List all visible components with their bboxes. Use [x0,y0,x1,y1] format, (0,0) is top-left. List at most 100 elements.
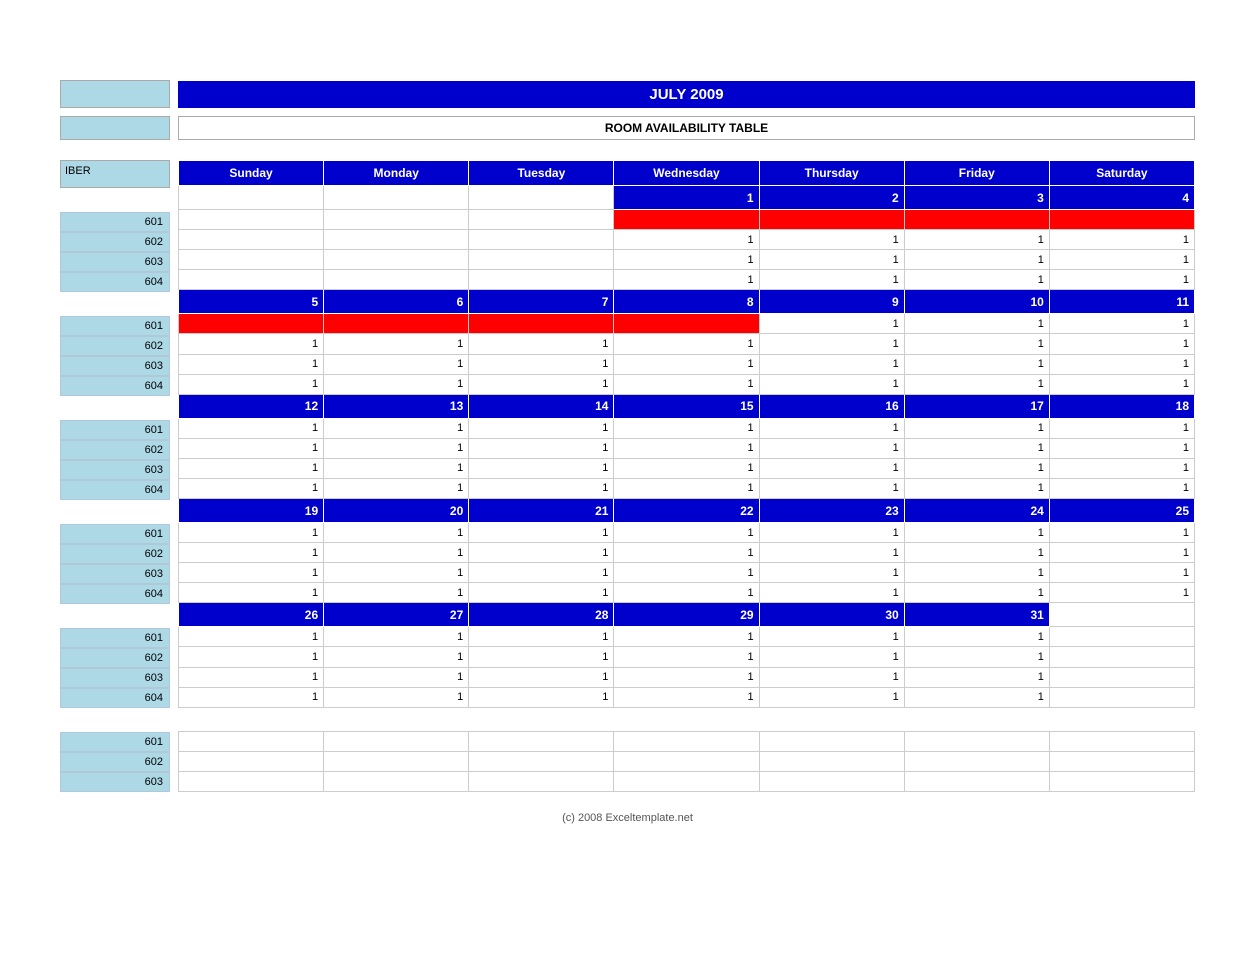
room-cell-2-604-0: 1 [179,478,324,498]
room-cell-0-601-2 [469,210,614,230]
room-cell-3-603-1: 1 [324,563,469,583]
extra-date-cell-0 [179,707,324,731]
extra-room-cell-601-5 [904,731,1049,751]
room-cell-1-602-2: 1 [469,334,614,354]
header-side-box [60,80,170,108]
date-cell-1-6: 11 [1049,290,1194,314]
room-row-0-603: 1111 [179,250,1195,270]
room-cell-0-603-3: 1 [614,250,759,270]
room-cell-3-602-3: 1 [614,543,759,563]
room-cell-3-603-6: 1 [1049,563,1194,583]
room-row-3-604: 1111111 [179,583,1195,603]
room-cell-2-602-0: 1 [179,438,324,458]
room-cell-0-603-0 [179,250,324,270]
room-cell-4-604-6 [1049,687,1194,707]
room-cell-1-601-1 [324,314,469,334]
date-row-week-0: 1234 [179,186,1195,210]
room-cell-1-604-5: 1 [904,374,1049,394]
date-cell-0-0 [179,186,324,210]
day-header-wednesday: Wednesday [614,161,759,186]
room-cell-2-603-2: 1 [469,458,614,478]
room-cell-4-601-1: 1 [324,627,469,647]
room-cell-0-601-6 [1049,210,1194,230]
date-cell-3-3: 22 [614,498,759,522]
room-cell-3-601-2: 1 [469,523,614,543]
date-cell-0-5: 3 [904,186,1049,210]
room-cell-4-604-4: 1 [759,687,904,707]
date-cell-3-4: 23 [759,498,904,522]
extra-room-cell-602-0 [179,751,324,771]
top-section: JULY 2009 ROOM AVAILABILITY TABLE [60,80,1195,150]
extra-date-row [179,707,1195,731]
sidebar-room-3-604: 604 [60,584,170,604]
room-cell-3-602-4: 1 [759,543,904,563]
room-cell-1-601-2 [469,314,614,334]
date-cell-1-4: 9 [759,290,904,314]
room-cell-2-604-6: 1 [1049,478,1194,498]
date-row-week-4: 262728293031 [179,603,1195,627]
room-cell-4-604-5: 1 [904,687,1049,707]
room-cell-3-604-5: 1 [904,583,1049,603]
room-row-2-601: 1111111 [179,418,1195,438]
room-cell-1-604-1: 1 [324,374,469,394]
date-cell-2-6: 18 [1049,394,1194,418]
room-cell-3-601-6: 1 [1049,523,1194,543]
subtitle-box: ROOM AVAILABILITY TABLE [178,116,1195,140]
room-cell-1-603-3: 1 [614,354,759,374]
room-cell-4-602-3: 1 [614,647,759,667]
sidebar-room-0-601: 601 [60,212,170,232]
room-cell-2-603-3: 1 [614,458,759,478]
room-cell-3-603-0: 1 [179,563,324,583]
room-row-4-601: 111111 [179,627,1195,647]
room-cell-1-604-2: 1 [469,374,614,394]
room-cell-4-601-2: 1 [469,627,614,647]
room-row-1-601: 111 [179,314,1195,334]
room-cell-2-602-6: 1 [1049,438,1194,458]
room-cell-1-603-2: 1 [469,354,614,374]
sidebar-room-2-601: 601 [60,420,170,440]
room-cell-2-601-6: 1 [1049,418,1194,438]
room-row-4-604: 111111 [179,687,1195,707]
room-cell-3-601-1: 1 [324,523,469,543]
date-cell-0-6: 4 [1049,186,1194,210]
room-row-3-603: 1111111 [179,563,1195,583]
room-cell-0-602-5: 1 [904,230,1049,250]
sidebar-week-block-2: 601602603604 [60,396,170,500]
room-cell-0-604-0 [179,270,324,290]
extra-room-cell-601-0 [179,731,324,751]
room-cell-1-602-1: 1 [324,334,469,354]
room-cell-4-603-4: 1 [759,667,904,687]
sidebar-room-2-602: 602 [60,440,170,460]
sidebar-week-block-1: 601602603604 [60,292,170,396]
extra-room-cell-602-4 [759,751,904,771]
room-cell-4-601-3: 1 [614,627,759,647]
room-cell-2-601-4: 1 [759,418,904,438]
room-cell-1-604-0: 1 [179,374,324,394]
room-row-0-601 [179,210,1195,230]
date-cell-2-5: 17 [904,394,1049,418]
room-cell-3-603-4: 1 [759,563,904,583]
room-cell-2-604-2: 1 [469,478,614,498]
extra-room-cell-601-3 [614,731,759,751]
room-cell-3-602-2: 1 [469,543,614,563]
room-cell-3-604-4: 1 [759,583,904,603]
room-cell-2-601-1: 1 [324,418,469,438]
sidebar-room-4-602: 602 [60,648,170,668]
room-cell-0-603-4: 1 [759,250,904,270]
room-cell-3-603-2: 1 [469,563,614,583]
date-cell-2-0: 12 [179,394,324,418]
date-cell-4-5: 31 [904,603,1049,627]
room-cell-3-604-6: 1 [1049,583,1194,603]
date-cell-2-3: 15 [614,394,759,418]
date-cell-4-4: 30 [759,603,904,627]
extra-room-cell-602-1 [324,751,469,771]
sidebar-weeks: 6016026036046016026036046016026036046016… [60,188,170,708]
room-cell-2-602-4: 1 [759,438,904,458]
room-cell-2-604-3: 1 [614,478,759,498]
extra-room-cell-601-2 [469,731,614,751]
room-cell-0-603-2 [469,250,614,270]
subtitle-side-box [60,116,170,140]
room-cell-0-602-4: 1 [759,230,904,250]
room-cell-4-603-2: 1 [469,667,614,687]
sidebar-room-1-604: 604 [60,376,170,396]
